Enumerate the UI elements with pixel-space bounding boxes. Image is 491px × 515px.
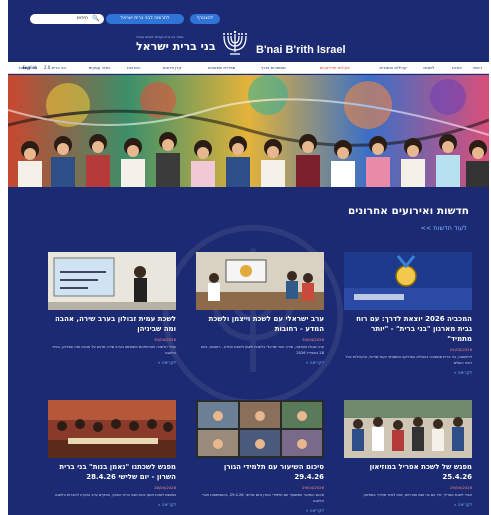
news-card-title[interactable]: לשכת עמית זבולון בערב שירה, אהבה ומה שבי…: [48, 314, 176, 334]
news-card-date: 28/04/2026: [154, 485, 176, 490]
nav-item[interactable]: לשכות: [414, 62, 434, 74]
more-news-link[interactable]: לעוד חדשות >>: [420, 224, 467, 232]
news-card-excerpt: חברי לשכת אפריל, יחד עם בני זוגם ואורחים…: [363, 493, 472, 497]
read-more-link[interactable]: לקריאה »: [196, 360, 324, 365]
news-card-date: 30/04/2026: [154, 337, 176, 342]
news-card-excerpt: סיכום השיעור המשותף עם תלמידי הגורן ביום…: [201, 493, 324, 503]
page: חיפוש 🔍 לתרומה לבני ברית ישראל להצטרף מס…: [8, 0, 489, 515]
news-card-title[interactable]: ערב ישראלי עם לשכת וייצמן ולשכת המדע - ר…: [196, 314, 324, 334]
site-header: חיפוש 🔍 לתרומה לבני ברית ישראל להצטרף מס…: [8, 0, 489, 62]
nav-item[interactable]: ראשי: [469, 62, 482, 74]
nav-item[interactable]: התרבות: [117, 62, 141, 74]
news-card-date: 30/04/2026: [302, 337, 324, 342]
donate-button[interactable]: לתרומה לבני ברית ישראל: [106, 14, 184, 24]
news-card[interactable]: המכביה 2026 יוצאת לדרך: עם רוח גבית מארג…: [344, 252, 472, 375]
read-more-link[interactable]: לקריאה »: [196, 508, 324, 513]
news-card-image[interactable]: [344, 400, 472, 458]
news-card-excerpt: ערב שכולו מוסיקה, שירה והווי ישראלי בלשכ…: [201, 345, 324, 355]
nav-item[interactable]: מדור עסקים: [73, 62, 110, 74]
news-card[interactable]: סיכום השיעור עם תלמידי הגורן 29.4.26 29/…: [196, 400, 324, 513]
search-icon[interactable]: 🔍: [92, 14, 99, 24]
news-card-excerpt: חברי הלשכה וחברותיהם השתתפו בערב שירה מר…: [52, 345, 176, 355]
news-card-image[interactable]: [344, 252, 472, 310]
nav-item[interactable]: קרן פרסים: [148, 62, 181, 74]
menorah-logo-icon[interactable]: [220, 28, 250, 58]
read-more-link[interactable]: לקריאה »: [344, 502, 472, 507]
news-card[interactable]: לשכת עמית זבולון בערב שירה, אהבה ומה שבי…: [48, 252, 176, 365]
nav-item[interactable]: אודות: [441, 62, 462, 74]
news-card-title[interactable]: מפגש לשכתנו "נאמן בנות" בני ברית השרון -…: [48, 462, 176, 482]
nav-item[interactable]: ממוסדות בדרך: [242, 62, 286, 74]
news-card-date: 29/04/2026: [302, 485, 324, 490]
news-card[interactable]: מפגש של לשכת אפריל במוזיאון 25.4.26 29/0…: [344, 400, 472, 507]
logo-english[interactable]: B'nai B'rith Israel: [256, 44, 346, 56]
news-card-date: 01/05/2026: [450, 347, 472, 352]
news-card-image[interactable]: [48, 252, 176, 310]
news-card-title[interactable]: מפגש של לשכת אפריל במוזיאון 25.4.26: [344, 462, 472, 482]
news-card-image[interactable]: [196, 400, 324, 458]
search-input[interactable]: חיפוש 🔍: [30, 14, 104, 24]
news-card-title[interactable]: המכביה 2026 יוצאת לדרך: עם רוח גבית מארג…: [344, 314, 472, 344]
read-more-link[interactable]: לקריאה »: [48, 502, 176, 507]
news-card-image[interactable]: [196, 252, 324, 310]
news-card[interactable]: מפגש לשכתנו "נאמן בנות" בני ברית השרון -…: [48, 400, 176, 507]
news-card-date: 29/04/2026: [450, 485, 472, 490]
read-more-link[interactable]: לקריאה »: [48, 360, 176, 365]
join-button[interactable]: להצטרף: [190, 14, 220, 24]
nav-item[interactable]: English: [10, 62, 37, 74]
nav-item[interactable]: ספריית משאבים: [188, 62, 235, 74]
news-card[interactable]: ערב ישראלי עם לשכת וייצמן ולשכת המדע - ר…: [196, 252, 324, 365]
read-more-link[interactable]: לקריאה »: [344, 370, 472, 375]
nav-item[interactable]: קהילות ואתגרים: [357, 62, 406, 74]
news-card-image[interactable]: [48, 400, 176, 458]
nav-item[interactable]: פעילות ופרויקטים: [293, 62, 350, 74]
news-card-excerpt: במפגש לשכת נאמן בנות מבני ברית השרון, הת…: [54, 493, 176, 497]
news-card-excerpt: לראשונה, בני ברית ממשיכה בהובלת הפרויקט …: [345, 355, 472, 365]
logo-hebrew[interactable]: בני ברית ישראל: [136, 40, 216, 53]
main-nav: ראשי אודות לשכות קהילות ואתגרים פעילות ופרוי…: [8, 62, 489, 74]
search-placeholder: חיפוש: [76, 16, 88, 21]
hero-image: [8, 75, 489, 187]
news-card-title[interactable]: סיכום השיעור עם תלמידי הגורן 29.4.26: [196, 462, 324, 482]
logo-subtitle: מסדר בני ברית העולמי לשלום ישראל: [136, 35, 184, 39]
hero-banner: [8, 75, 489, 187]
section-title: חדשות ואירועים אחרונים: [347, 205, 469, 217]
